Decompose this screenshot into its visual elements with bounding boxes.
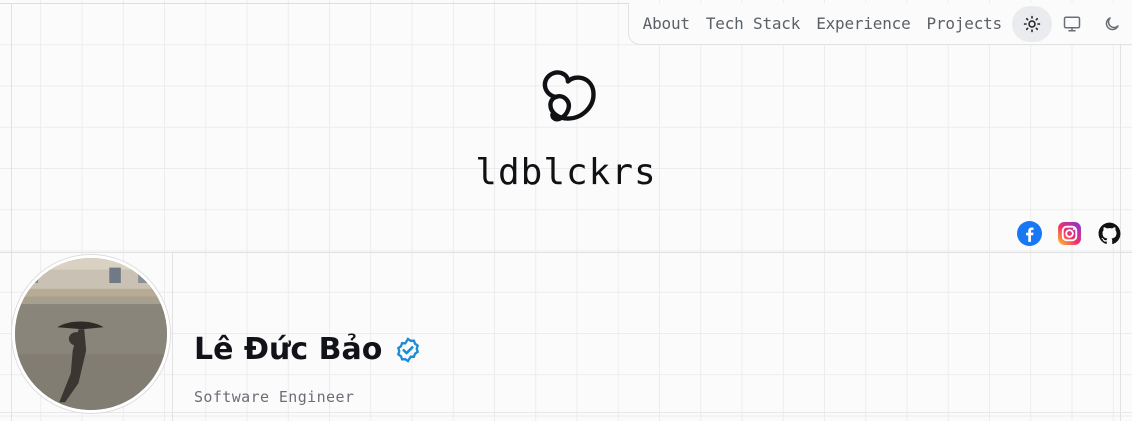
profile-name: Lê Đức Bảo: [194, 332, 383, 367]
moon-icon[interactable]: [1092, 6, 1132, 42]
social-links: [1016, 220, 1122, 246]
header-divider: [0, 252, 1132, 253]
avatar: [12, 255, 170, 413]
theme-switcher: [1012, 5, 1132, 42]
profile-divider: [172, 253, 173, 421]
nav-link-about[interactable]: About: [635, 14, 698, 33]
brand-name: ldblckrs: [475, 152, 657, 193]
facebook-icon[interactable]: [1016, 220, 1042, 246]
nav-link-tech-stack[interactable]: Tech Stack: [698, 14, 808, 33]
nav-link-experience[interactable]: Experience: [808, 14, 918, 33]
verified-badge-icon: [394, 336, 422, 364]
footer-divider: [0, 412, 1132, 413]
instagram-icon[interactable]: [1056, 220, 1082, 246]
brand-header: ldblckrs: [0, 62, 1132, 193]
profile-title: Software Engineer: [194, 388, 355, 406]
monitor-icon[interactable]: [1052, 6, 1092, 42]
top-nav: About Tech Stack Experience Projects: [627, 3, 1132, 45]
sun-icon[interactable]: [1012, 5, 1052, 42]
nav-links: About Tech Stack Experience Projects: [635, 14, 1010, 33]
github-icon[interactable]: [1096, 220, 1122, 246]
profile-name-row: Lê Đức Bảo: [194, 332, 422, 367]
brand-logo-icon: [527, 62, 605, 144]
nav-link-projects[interactable]: Projects: [919, 14, 1010, 33]
